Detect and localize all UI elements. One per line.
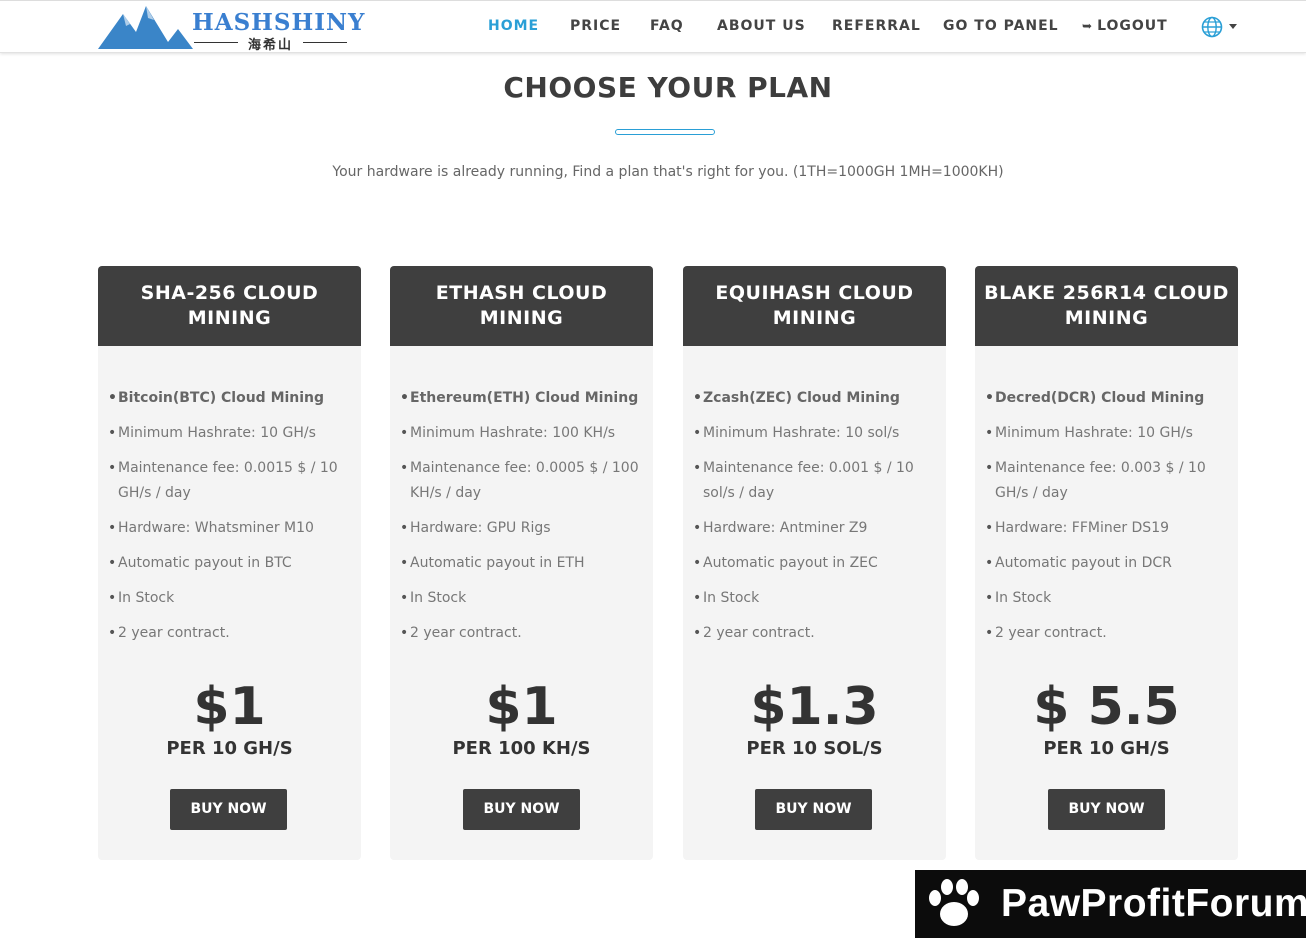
feature-item: Hardware: Whatsminer M10 bbox=[108, 516, 352, 541]
plan-title-line1: SHA-256 CLOUD bbox=[140, 282, 319, 304]
plan-price-unit: PER 10 GH/S bbox=[166, 738, 293, 759]
logout-icon: ➥ bbox=[1082, 19, 1094, 33]
nav-price[interactable]: PRICE bbox=[570, 18, 621, 34]
page-subtitle: Your hardware is already running, Find a… bbox=[332, 164, 1004, 180]
nav-logout[interactable]: ➥ LOGOUT bbox=[1082, 18, 1168, 34]
logo-divider-right bbox=[303, 42, 347, 43]
plan-title-line2: MINING bbox=[479, 307, 564, 329]
feature-item: 2 year contract. bbox=[108, 621, 352, 646]
plan-card-sha256: SHA-256 CLOUD MINING Bitcoin(BTC) Cloud … bbox=[98, 266, 361, 860]
plan-title-line1: BLAKE 256R14 CLOUD bbox=[984, 282, 1229, 304]
buy-now-button[interactable]: BUY NOW bbox=[170, 789, 287, 830]
feature-item: Ethereum(ETH) Cloud Mining bbox=[400, 386, 644, 411]
plan-card-ethash: ETHASH CLOUD MINING Ethereum(ETH) Cloud … bbox=[390, 266, 653, 860]
feature-item: Automatic payout in DCR bbox=[985, 551, 1229, 576]
plan-title-line1: EQUIHASH CLOUD bbox=[715, 282, 914, 304]
nav-about-us[interactable]: ABOUT US bbox=[717, 18, 806, 34]
feature-item: Bitcoin(BTC) Cloud Mining bbox=[108, 386, 352, 411]
feature-item: In Stock bbox=[693, 586, 937, 611]
feature-item: Automatic payout in ZEC bbox=[693, 551, 937, 576]
nav-go-to-panel[interactable]: GO TO PANEL bbox=[943, 18, 1059, 34]
buy-now-button[interactable]: BUY NOW bbox=[1048, 789, 1165, 830]
brand-logo[interactable]: HASHSHINY 海希山 bbox=[98, 4, 364, 53]
feature-item: Maintenance fee: 0.003 $ / 10 GH/s / day bbox=[985, 456, 1229, 506]
feature-item: Hardware: FFMiner DS19 bbox=[985, 516, 1229, 541]
feature-item: Hardware: GPU Rigs bbox=[400, 516, 644, 541]
nav-home[interactable]: HOME bbox=[488, 18, 539, 34]
plan-price-unit: PER 100 KH/S bbox=[452, 738, 591, 759]
feature-item: In Stock bbox=[400, 586, 644, 611]
logo-divider-left bbox=[194, 42, 238, 43]
pawprofitforum-watermark: PawProfitForum bbox=[915, 870, 1306, 938]
feature-item: 2 year contract. bbox=[985, 621, 1229, 646]
plan-price: $1 bbox=[193, 677, 266, 737]
feature-item: In Stock bbox=[985, 586, 1229, 611]
globe-icon[interactable] bbox=[1201, 16, 1223, 38]
top-navbar: HASHSHINY 海希山 HOME PRICE FAQ ABOUT US RE… bbox=[0, 0, 1306, 53]
nav-faq[interactable]: FAQ bbox=[650, 18, 684, 34]
plan-features: Decred(DCR) Cloud Mining Minimum Hashrat… bbox=[985, 386, 1229, 656]
plan-price-unit: PER 10 GH/S bbox=[1043, 738, 1170, 759]
plan-features: Bitcoin(BTC) Cloud Mining Minimum Hashra… bbox=[108, 386, 352, 656]
feature-item: Maintenance fee: 0.0005 $ / 100 KH/s / d… bbox=[400, 456, 644, 506]
feature-item: Automatic payout in BTC bbox=[108, 551, 352, 576]
feature-item: Minimum Hashrate: 100 KH/s bbox=[400, 421, 644, 446]
buy-now-button[interactable]: BUY NOW bbox=[463, 789, 580, 830]
brand-name: HASHSHINY bbox=[192, 9, 366, 36]
plan-card-equihash: EQUIHASH CLOUD MINING Zcash(ZEC) Cloud M… bbox=[683, 266, 946, 860]
nav-referral[interactable]: REFERRAL bbox=[832, 18, 921, 34]
brand-chinese-name: 海希山 bbox=[248, 38, 294, 53]
feature-item: 2 year contract. bbox=[400, 621, 644, 646]
nav-logout-label: LOGOUT bbox=[1097, 18, 1168, 34]
page-title: CHOOSE YOUR PLAN bbox=[503, 71, 833, 104]
feature-item: Automatic payout in ETH bbox=[400, 551, 644, 576]
plan-title-line2: MINING bbox=[1064, 307, 1149, 329]
mountain-logo-icon bbox=[98, 6, 193, 49]
plan-title-line2: MINING bbox=[187, 307, 272, 329]
title-underline bbox=[615, 129, 715, 135]
watermark-text: PawProfitForum bbox=[1001, 882, 1306, 925]
plan-card-blake256r14: BLAKE 256R14 CLOUD MINING Decred(DCR) Cl… bbox=[975, 266, 1238, 860]
plan-title-line2: MINING bbox=[772, 307, 857, 329]
plan-card-header: SHA-256 CLOUD MINING bbox=[98, 266, 361, 346]
feature-item: Minimum Hashrate: 10 GH/s bbox=[985, 421, 1229, 446]
plan-features: Zcash(ZEC) Cloud Mining Minimum Hashrate… bbox=[693, 386, 937, 656]
plan-title-line1: ETHASH CLOUD bbox=[435, 282, 608, 304]
feature-item: Decred(DCR) Cloud Mining bbox=[985, 386, 1229, 411]
feature-item: Maintenance fee: 0.0015 $ / 10 GH/s / da… bbox=[108, 456, 352, 506]
feature-item: Minimum Hashrate: 10 GH/s bbox=[108, 421, 352, 446]
plan-features: Ethereum(ETH) Cloud Mining Minimum Hashr… bbox=[400, 386, 644, 656]
paw-icon bbox=[929, 879, 979, 926]
feature-item: Zcash(ZEC) Cloud Mining bbox=[693, 386, 937, 411]
plan-card-header: BLAKE 256R14 CLOUD MINING bbox=[975, 266, 1238, 346]
plan-price: $1.3 bbox=[750, 677, 879, 737]
buy-now-button[interactable]: BUY NOW bbox=[755, 789, 872, 830]
feature-item: 2 year contract. bbox=[693, 621, 937, 646]
feature-item: Minimum Hashrate: 10 sol/s bbox=[693, 421, 937, 446]
plan-price-unit: PER 10 SOL/S bbox=[746, 738, 883, 759]
feature-item: Hardware: Antminer Z9 bbox=[693, 516, 937, 541]
plan-card-header: ETHASH CLOUD MINING bbox=[390, 266, 653, 346]
feature-item: Maintenance fee: 0.001 $ / 10 sol/s / da… bbox=[693, 456, 937, 506]
language-dropdown-caret-icon[interactable] bbox=[1229, 24, 1237, 29]
plan-price: $ 5.5 bbox=[1033, 677, 1180, 737]
feature-item: In Stock bbox=[108, 586, 352, 611]
plan-card-header: EQUIHASH CLOUD MINING bbox=[683, 266, 946, 346]
plan-price: $1 bbox=[485, 677, 558, 737]
